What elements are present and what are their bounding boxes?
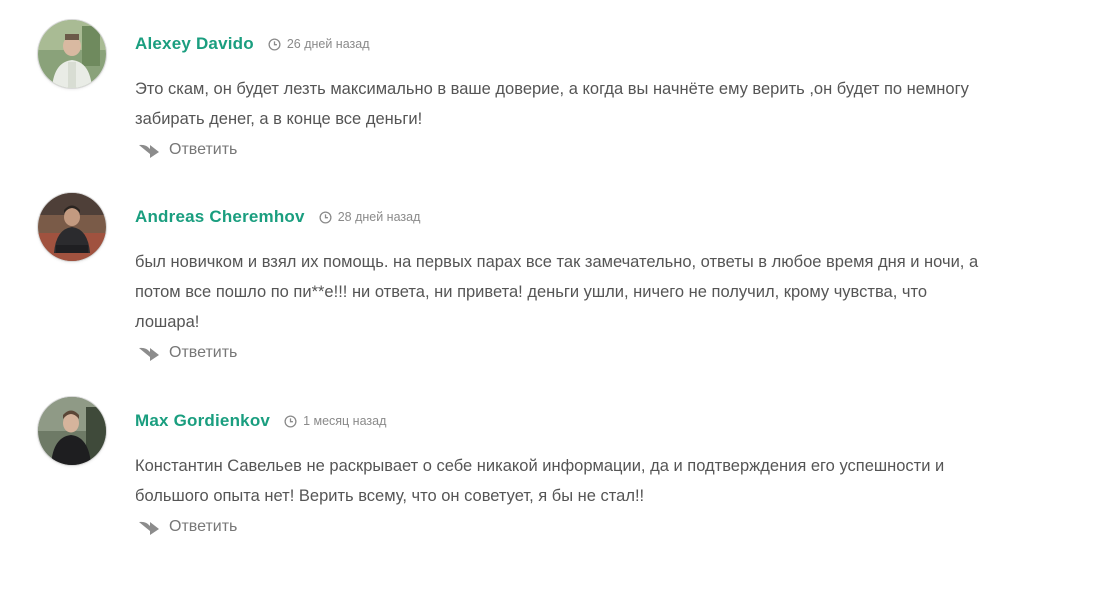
comment-time: 28 дней назад <box>319 210 421 224</box>
avatar-image <box>38 397 106 465</box>
comment-meta: Andreas Cheremhov 28 дней назад <box>135 207 420 227</box>
reply-button[interactable]: Ответить <box>138 344 237 362</box>
avatar-image <box>38 193 106 261</box>
author-name[interactable]: Alexey Davido <box>135 34 254 54</box>
comment-time: 1 месяц назад <box>284 414 386 428</box>
comment-text: Константин Савельев не раскрывает о себе… <box>135 457 945 505</box>
clock-icon <box>319 210 332 224</box>
reply-arrow-icon <box>139 144 159 158</box>
comment-text: был новичком и взял их помощь. на первых… <box>135 253 979 331</box>
reply-label: Ответить <box>169 141 238 158</box>
reply-button[interactable]: Ответить <box>138 518 237 536</box>
time-label: 1 месяц назад <box>303 414 387 428</box>
avatar[interactable] <box>38 193 106 261</box>
reply-button[interactable]: Ответить <box>138 141 237 159</box>
avatar[interactable] <box>38 20 106 88</box>
clock-icon <box>268 37 281 51</box>
time-label: 26 дней назад <box>286 37 370 51</box>
reply-label: Ответить <box>169 344 238 361</box>
clock-icon <box>284 414 297 428</box>
reply-arrow-icon <box>139 347 159 361</box>
comment-meta: Alexey Davido 26 дней назад <box>135 34 370 54</box>
comment-time: 26 дней назад <box>268 37 370 51</box>
reply-label: Ответить <box>169 518 238 535</box>
reply-arrow-icon <box>139 521 159 535</box>
avatar[interactable] <box>38 397 106 465</box>
time-label: 28 дней назад <box>337 210 421 224</box>
author-name[interactable]: Andreas Cheremhov <box>135 207 305 227</box>
comment-text: Это скам, он будет лезть максимально в в… <box>135 80 969 128</box>
author-name[interactable]: Max Gordienkov <box>135 411 270 431</box>
avatar-image <box>38 20 106 88</box>
comment-meta: Max Gordienkov 1 месяц назад <box>135 411 386 431</box>
